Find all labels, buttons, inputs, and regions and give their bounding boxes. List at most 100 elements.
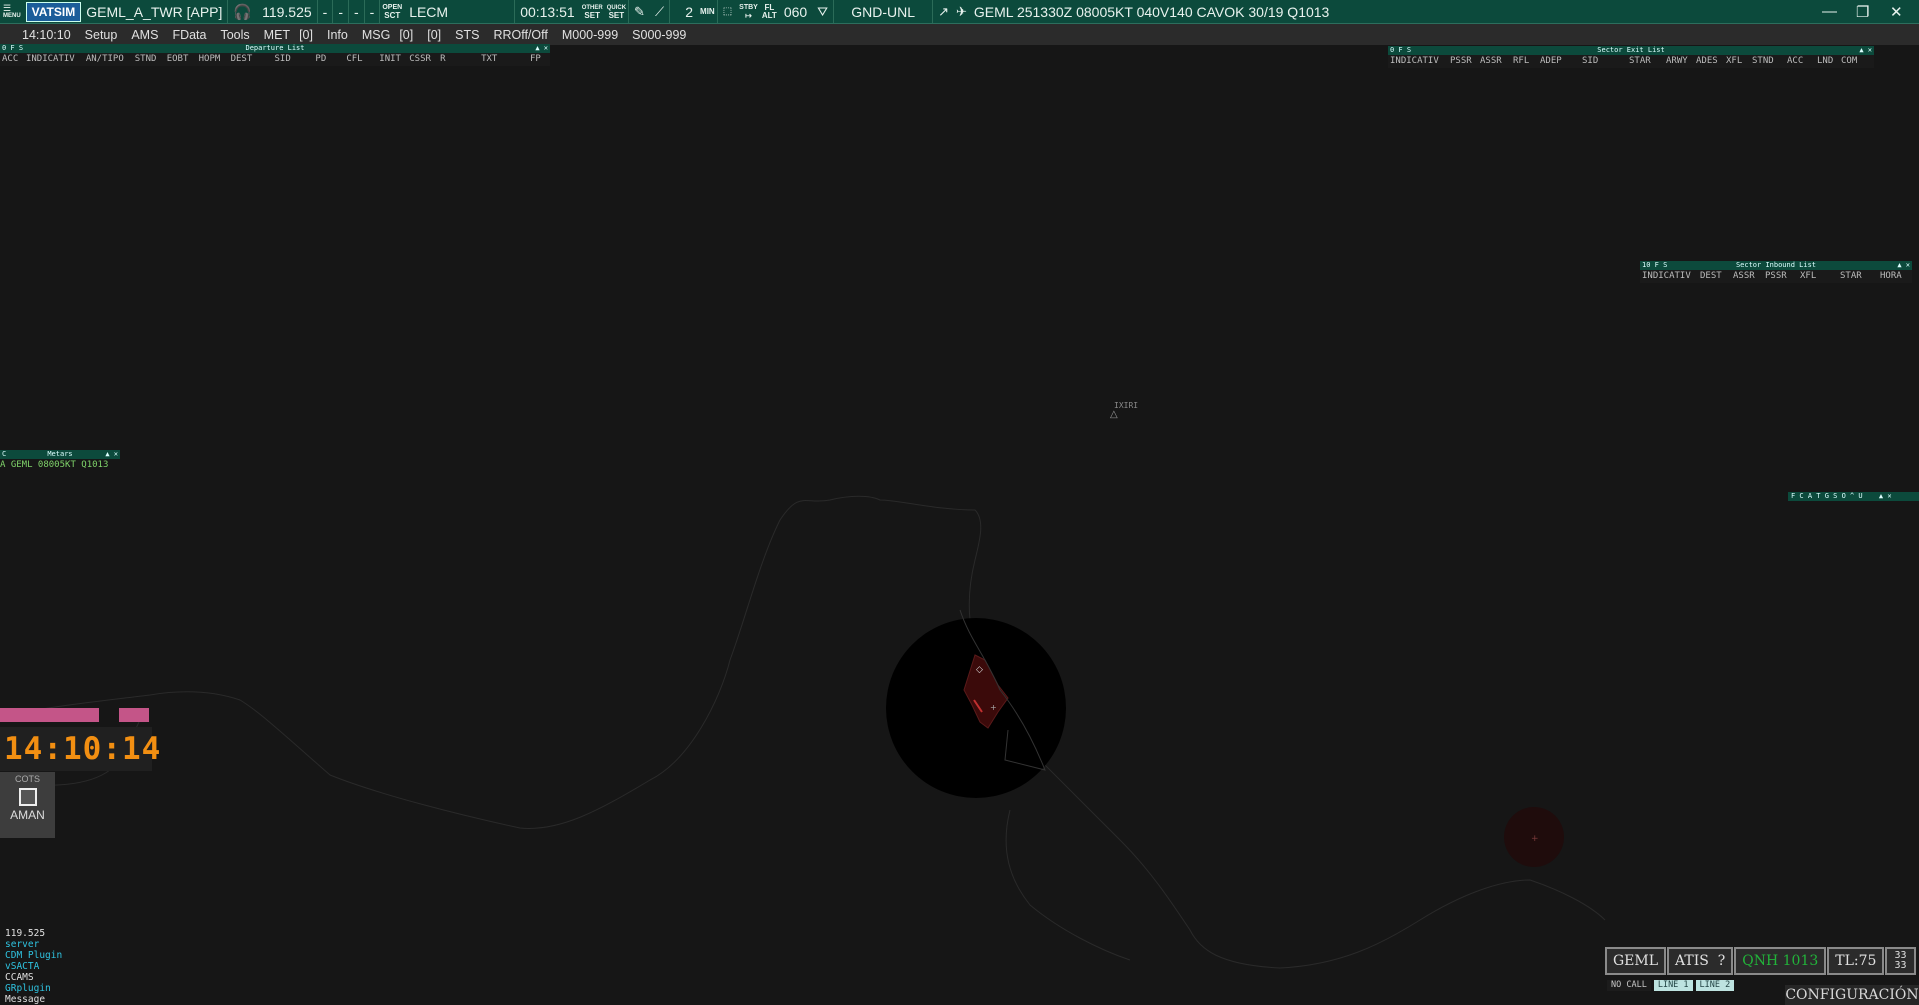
- column-header[interactable]: INIT: [379, 53, 409, 66]
- ruler-icon[interactable]: ⟋: [650, 0, 669, 23]
- column-header[interactable]: PSSR: [1765, 270, 1800, 283]
- radar-map[interactable]: ◇ + + △ IXIRI: [0, 0, 1919, 1005]
- column-header[interactable]: ADEP: [1540, 55, 1582, 68]
- column-header[interactable]: ACC: [0, 53, 26, 66]
- departure-list[interactable]: 0 F S Departure List ▲ ✕ ACC INDICATIV A…: [0, 44, 550, 66]
- headset-icon[interactable]: 🎧: [227, 0, 257, 23]
- column-header[interactable]: DEST: [1700, 270, 1733, 283]
- column-header[interactable]: CSSR: [409, 53, 440, 66]
- column-header[interactable]: RFL: [1513, 55, 1540, 68]
- metar-line[interactable]: A GEML 08005KT Q1013: [0, 459, 120, 472]
- column-header[interactable]: ADES: [1696, 55, 1726, 68]
- column-header[interactable]: ASSR: [1480, 55, 1513, 68]
- column-header[interactable]: STND: [135, 53, 167, 66]
- column-header[interactable]: INDICATIV: [1640, 270, 1700, 283]
- collapse-icon[interactable]: ▲: [1859, 46, 1863, 54]
- min-button[interactable]: MIN: [698, 0, 717, 23]
- column-header[interactable]: XFL: [1800, 270, 1840, 283]
- transition-level[interactable]: 060: [779, 0, 812, 23]
- right-toolbar[interactable]: F C A T G S O ^ U ▲ ✕: [1788, 492, 1919, 501]
- atis-status[interactable]: ATIS ?: [1667, 947, 1734, 975]
- collapse-icon[interactable]: ▲: [535, 44, 539, 52]
- menu-ams[interactable]: AMS: [124, 28, 165, 42]
- configuration-button[interactable]: CONFIGURACIÓN: [1785, 985, 1919, 1005]
- msg-count-1[interactable]: [0]: [392, 28, 420, 42]
- open-sector-button[interactable]: OPEN SCT: [379, 0, 404, 23]
- metar-display[interactable]: GEML 251330Z 08005KT 040V140 CAVOK 30/19…: [969, 0, 1817, 23]
- menu-fdata[interactable]: FData: [165, 28, 213, 42]
- column-header[interactable]: COM: [1841, 55, 1863, 68]
- menu-setup[interactable]: Setup: [78, 28, 125, 42]
- menu-info[interactable]: Info: [320, 28, 355, 42]
- airport-code[interactable]: GEML: [1605, 947, 1667, 975]
- column-header[interactable]: CFL: [346, 53, 379, 66]
- column-header[interactable]: SID: [1582, 55, 1629, 68]
- toolbar-letters[interactable]: F C A T G S O ^ U: [1791, 492, 1863, 500]
- column-header[interactable]: AN/TIPO: [86, 53, 135, 66]
- line-1-button[interactable]: LINE 1: [1653, 980, 1693, 991]
- collapse-icon[interactable]: ▲: [1897, 261, 1901, 269]
- close-icon[interactable]: ✕: [1887, 492, 1891, 500]
- menu-mode-m[interactable]: M000-999: [555, 28, 625, 42]
- close-icon[interactable]: ✕: [114, 450, 118, 458]
- met-count[interactable]: [0]: [292, 28, 320, 42]
- pencil-icon[interactable]: ✎: [628, 0, 650, 23]
- sector-name[interactable]: LECM: [404, 0, 514, 23]
- collapse-icon[interactable]: ▲: [105, 450, 109, 458]
- column-header[interactable]: ASSR: [1733, 270, 1765, 283]
- column-header[interactable]: LND: [1817, 55, 1841, 68]
- column-header[interactable]: STAR: [1840, 270, 1880, 283]
- menu-rroff[interactable]: RROff/Off: [486, 28, 554, 42]
- column-header[interactable]: ARWY: [1666, 55, 1696, 68]
- line-2-button[interactable]: LINE 2: [1695, 980, 1735, 991]
- wind-icon[interactable]: ↗: [932, 0, 954, 23]
- column-header[interactable]: EOBT: [167, 53, 199, 66]
- column-header[interactable]: TXT: [481, 53, 530, 66]
- menu-tools[interactable]: Tools: [213, 28, 256, 42]
- column-header[interactable]: PSSR: [1450, 55, 1480, 68]
- column-header[interactable]: XFL: [1726, 55, 1752, 68]
- sector-inbound-list[interactable]: 10 F S Sector Inbound List ▲ ✕ INDICATIV…: [1640, 261, 1912, 283]
- menu-sts[interactable]: STS: [448, 28, 486, 42]
- column-header[interactable]: SID: [274, 53, 315, 66]
- column-header[interactable]: FP: [530, 53, 550, 66]
- wind-display[interactable]: 33 33: [1885, 947, 1916, 975]
- menu-met[interactable]: MET: [257, 28, 292, 42]
- close-icon[interactable]: ✕: [1885, 0, 1919, 23]
- restore-icon[interactable]: ❐: [1851, 0, 1885, 23]
- menu-mode-s[interactable]: S000-999: [625, 28, 693, 42]
- column-header[interactable]: HOPM: [199, 53, 231, 66]
- sector-exit-list[interactable]: 0 F S Sector Exit List ▲ ✕ INDICATIV PSS…: [1388, 46, 1874, 68]
- close-icon[interactable]: ✕: [1906, 261, 1910, 269]
- column-header[interactable]: DEST: [231, 53, 275, 66]
- quick-set-button[interactable]: QUICK SET: [605, 0, 628, 23]
- column-header[interactable]: INDICATIV: [26, 53, 86, 66]
- column-header[interactable]: ACC: [1787, 55, 1817, 68]
- checkbox-icon[interactable]: [18, 788, 37, 806]
- aman-button[interactable]: COTS AMAN: [0, 772, 55, 838]
- msg-count-2[interactable]: [0]: [420, 28, 448, 42]
- fl-alt-button[interactable]: FL ALT: [760, 0, 779, 23]
- collapse-icon[interactable]: ▲: [1879, 492, 1883, 500]
- minimize-icon[interactable]: —: [1817, 0, 1851, 23]
- dotted-square-icon[interactable]: ⬚: [716, 0, 737, 23]
- column-header[interactable]: PD: [315, 53, 346, 66]
- menu-msg[interactable]: MSG: [355, 28, 392, 42]
- column-header[interactable]: INDICATIV: [1388, 55, 1450, 68]
- metars-window[interactable]: C Metars ▲ ✕ A GEML 08005KT Q1013: [0, 450, 120, 472]
- close-icon[interactable]: ✕: [544, 44, 548, 52]
- column-header[interactable]: R: [440, 53, 481, 66]
- qnh-value[interactable]: QNH 1013: [1734, 947, 1827, 975]
- callsign[interactable]: GEML_A_TWR [APP]: [81, 0, 227, 23]
- transition-level-display[interactable]: TL:75: [1827, 947, 1885, 975]
- menu-button[interactable]: ☰ MENU: [0, 0, 24, 23]
- other-set-button[interactable]: OTHER SET: [580, 0, 605, 23]
- column-header[interactable]: STAR: [1629, 55, 1666, 68]
- frequency[interactable]: 119.525: [257, 0, 317, 23]
- close-icon[interactable]: ✕: [1868, 46, 1872, 54]
- column-header[interactable]: HORA: [1880, 270, 1908, 283]
- stby-button[interactable]: STBY ↦: [737, 0, 760, 23]
- level-range[interactable]: GND-UNL: [833, 0, 932, 23]
- column-header[interactable]: STND: [1752, 55, 1787, 68]
- filter-icon[interactable]: ⛛: [812, 0, 833, 23]
